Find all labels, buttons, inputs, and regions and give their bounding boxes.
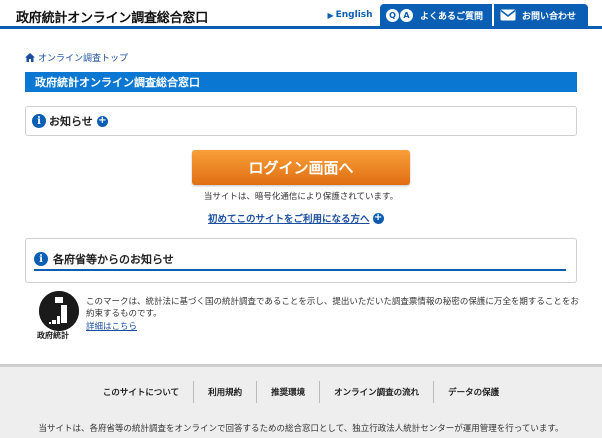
triangle-right-icon: ▶ bbox=[327, 10, 334, 20]
breadcrumb[interactable]: オンライン調査トップ bbox=[25, 51, 128, 64]
qa-a-letter: A bbox=[400, 8, 413, 22]
agency-notice-panel: i 各府省等からのお知らせ bbox=[25, 238, 577, 283]
page-title: 政府統計オンライン調査総合窓口 bbox=[25, 72, 577, 92]
site-footer: このサイトについて 利用規約 推奨環境 オンライン調査の流れ データの保護 当サ… bbox=[0, 364, 602, 438]
notice-panel[interactable]: i お知らせ + bbox=[25, 106, 577, 136]
plus-icon[interactable]: + bbox=[96, 115, 108, 127]
plus-icon: + bbox=[372, 212, 384, 224]
agency-notice-header: i 各府省等からのお知らせ bbox=[34, 249, 566, 271]
info-icon: i bbox=[32, 114, 46, 128]
footer-link-data-protection[interactable]: データの保護 bbox=[434, 381, 513, 403]
login-button[interactable]: ログイン画面へ bbox=[192, 150, 410, 185]
statistics-mark-logo bbox=[39, 291, 79, 331]
contact-button[interactable]: お問い合わせ bbox=[494, 4, 588, 26]
contact-label: お問い合わせ bbox=[522, 11, 577, 22]
first-time-user-label: 初めてこのサイトをご利用になる方へ bbox=[208, 214, 370, 225]
first-time-user-link[interactable]: 初めてこのサイトをご利用になる方へ + bbox=[208, 211, 384, 225]
footer-link-flow[interactable]: オンライン調査の流れ bbox=[320, 381, 435, 403]
faq-label: よくあるご質問 bbox=[420, 11, 484, 22]
info-icon: i bbox=[34, 252, 48, 266]
footer-text: 当サイトは、各府省等の統計調査をオンラインで回答するための総合窓口として、独立行… bbox=[38, 424, 564, 434]
english-link[interactable]: ▶ English bbox=[323, 4, 377, 26]
site-header: 政府統計オンライン調査総合窓口 ▶ English Q A よくあるご質問 お問… bbox=[0, 0, 602, 30]
footer-link-terms[interactable]: 利用規約 bbox=[194, 381, 258, 403]
footer-link-about[interactable]: このサイトについて bbox=[89, 381, 195, 403]
site-title[interactable]: 政府統計オンライン調査総合窓口 bbox=[16, 7, 208, 26]
secure-notice-text: 当サイトは、暗号化通信により保護されています。 bbox=[203, 192, 399, 202]
english-label: English bbox=[335, 10, 373, 20]
breadcrumb-label: オンライン調査トップ bbox=[38, 54, 129, 64]
statistics-mark-caption: 政府統計 bbox=[37, 331, 69, 340]
mail-icon bbox=[500, 9, 516, 21]
footer-link-environment[interactable]: 推奨環境 bbox=[257, 381, 321, 403]
qa-q-letter: Q bbox=[386, 8, 399, 22]
notice-label: お知らせ bbox=[49, 115, 93, 128]
faq-button[interactable]: Q A よくあるご質問 bbox=[380, 4, 492, 26]
agency-notice-title: 各府省等からのお知らせ bbox=[53, 253, 174, 266]
home-icon bbox=[25, 53, 35, 62]
header-divider bbox=[0, 26, 602, 29]
footer-nav: このサイトについて 利用規約 推奨環境 オンライン調査の流れ データの保護 bbox=[0, 381, 602, 403]
qa-icon: Q A bbox=[386, 8, 414, 22]
statistics-mark-description: このマークは、統計法に基づく国の統計調査であることを示し、提出いただいた調査票情… bbox=[86, 297, 579, 319]
statistics-mark-details-link[interactable]: 詳細はこちら bbox=[86, 320, 137, 332]
